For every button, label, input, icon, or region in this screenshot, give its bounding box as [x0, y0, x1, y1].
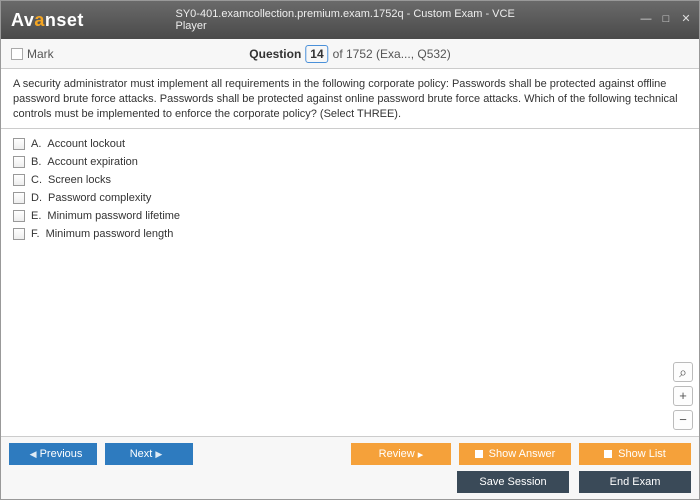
next-label: Next	[130, 448, 153, 460]
mark-label: Mark	[27, 47, 54, 61]
previous-button[interactable]: ◀ Previous	[9, 443, 97, 465]
zoom-magnify-icon[interactable]: ⌕	[673, 362, 693, 382]
review-button[interactable]: Review ▸	[351, 443, 451, 465]
chevron-right-icon: ▶	[155, 449, 162, 460]
save-session-button[interactable]: Save Session	[457, 471, 569, 493]
close-icon[interactable]: ✕	[679, 13, 693, 27]
square-icon	[475, 450, 483, 458]
question-indicator: Question 14 of 1752 (Exa..., Q532)	[249, 45, 450, 63]
app-window: Avanset SY0-401.examcollection.premium.e…	[0, 0, 700, 500]
option-text: Screen locks	[48, 174, 111, 186]
option-letter: E.	[31, 210, 41, 222]
chevron-left-icon: ◀	[30, 449, 37, 460]
mark-checkbox[interactable]	[11, 48, 23, 60]
option-checkbox[interactable]	[13, 228, 25, 240]
app-logo: Avanset	[11, 10, 84, 31]
show-answer-button[interactable]: Show Answer	[459, 443, 571, 465]
option-text: Minimum password length	[46, 228, 174, 240]
option-row: B. Account expiration	[13, 153, 687, 171]
previous-label: Previous	[40, 448, 83, 460]
option-row: C. Screen locks	[13, 171, 687, 189]
review-label: Review	[379, 448, 415, 460]
option-letter: B.	[31, 156, 41, 168]
option-text: Password complexity	[48, 192, 151, 204]
footer-row-2: Save Session End Exam	[9, 471, 691, 493]
window-controls: — □ ✕	[639, 13, 693, 27]
question-number: 14	[305, 45, 328, 63]
show-answer-label: Show Answer	[489, 448, 556, 460]
option-row: E. Minimum password lifetime	[13, 207, 687, 225]
option-text: Account lockout	[47, 138, 125, 150]
option-row: A. Account lockout	[13, 135, 687, 153]
option-letter: A.	[31, 138, 41, 150]
zoom-controls: ⌕ + −	[673, 362, 693, 430]
option-letter: D.	[31, 192, 42, 204]
toolbar: Mark Question 14 of 1752 (Exa..., Q532)	[1, 39, 699, 69]
chevron-right-icon: ▸	[418, 448, 424, 461]
zoom-out-icon[interactable]: −	[673, 410, 693, 430]
option-checkbox[interactable]	[13, 156, 25, 168]
option-checkbox[interactable]	[13, 138, 25, 150]
logo-part: ns	[45, 10, 67, 30]
option-text: Account expiration	[47, 156, 138, 168]
content-area: A security administrator must implement …	[1, 69, 699, 436]
show-list-button[interactable]: Show List	[579, 443, 691, 465]
footer-row-1: ◀ Previous Next ▶ Review ▸ Show Answer S…	[9, 443, 691, 465]
option-letter: C.	[31, 174, 42, 186]
window-title: SY0-401.examcollection.premium.exam.1752…	[176, 8, 525, 32]
question-text: A security administrator must implement …	[1, 69, 699, 129]
option-row: F. Minimum password length	[13, 225, 687, 243]
option-text: Minimum password lifetime	[47, 210, 180, 222]
logo-part: et	[67, 10, 84, 30]
option-checkbox[interactable]	[13, 210, 25, 222]
option-checkbox[interactable]	[13, 174, 25, 186]
show-list-label: Show List	[618, 448, 666, 460]
footer: ◀ Previous Next ▶ Review ▸ Show Answer S…	[1, 436, 699, 499]
zoom-in-icon[interactable]: +	[673, 386, 693, 406]
options-list: A. Account lockout B. Account expiration…	[1, 129, 699, 249]
option-checkbox[interactable]	[13, 192, 25, 204]
maximize-icon[interactable]: □	[659, 13, 673, 27]
option-row: D. Password complexity	[13, 189, 687, 207]
minimize-icon[interactable]: —	[639, 13, 653, 27]
logo-part: Av	[11, 10, 34, 30]
question-total: of 1752 (Exa..., Q532)	[333, 47, 451, 61]
end-exam-button[interactable]: End Exam	[579, 471, 691, 493]
next-button[interactable]: Next ▶	[105, 443, 193, 465]
square-icon	[604, 450, 612, 458]
option-letter: F.	[31, 228, 40, 240]
titlebar: Avanset SY0-401.examcollection.premium.e…	[1, 1, 699, 39]
logo-accent: a	[34, 10, 45, 30]
question-word: Question	[249, 47, 301, 61]
